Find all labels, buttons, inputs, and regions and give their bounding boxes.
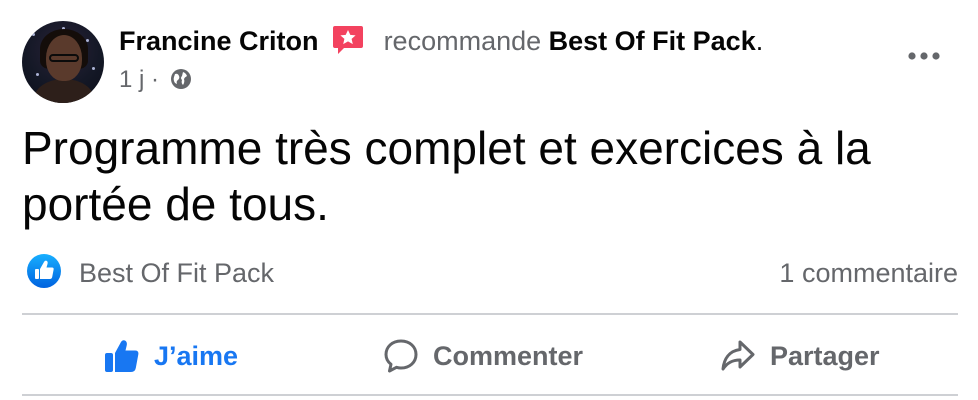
- page-name[interactable]: Best Of Fit Pack: [549, 26, 756, 56]
- more-options-icon[interactable]: [906, 46, 942, 66]
- comment-button[interactable]: Commenter: [383, 330, 583, 382]
- globe-icon[interactable]: [170, 68, 192, 90]
- comment-label: Commenter: [433, 340, 584, 371]
- author-name[interactable]: Francine Criton: [119, 26, 319, 56]
- share-label: Partager: [770, 340, 880, 371]
- post-time[interactable]: 1 j: [119, 66, 144, 93]
- post-text: Programme très complet et exercices à la…: [22, 122, 871, 230]
- thumbs-up-icon: [105, 340, 139, 372]
- header-punctuation: .: [755, 26, 764, 56]
- like-label: J’aime: [154, 340, 239, 371]
- post-header: Francine Criton recommande Best Of Fit P…: [119, 24, 763, 58]
- star-speech-bubble-icon: [333, 26, 364, 54]
- avatar[interactable]: [22, 21, 104, 103]
- share-arrow-icon: [721, 340, 755, 371]
- divider: [22, 394, 958, 396]
- thumbs-up-icon[interactable]: [26, 253, 62, 289]
- meta-separator: ·: [151, 66, 160, 93]
- comments-count[interactable]: 1 commentaire: [779, 256, 958, 290]
- recommend-verb: recommande: [383, 26, 542, 56]
- like-button[interactable]: J’aime: [104, 330, 238, 382]
- share-button[interactable]: Partager: [720, 330, 880, 382]
- post-meta: 1 j ·: [119, 65, 192, 95]
- comment-bubble-icon: [384, 339, 418, 373]
- reactor-name[interactable]: Best Of Fit Pack: [79, 256, 274, 290]
- divider: [22, 313, 958, 315]
